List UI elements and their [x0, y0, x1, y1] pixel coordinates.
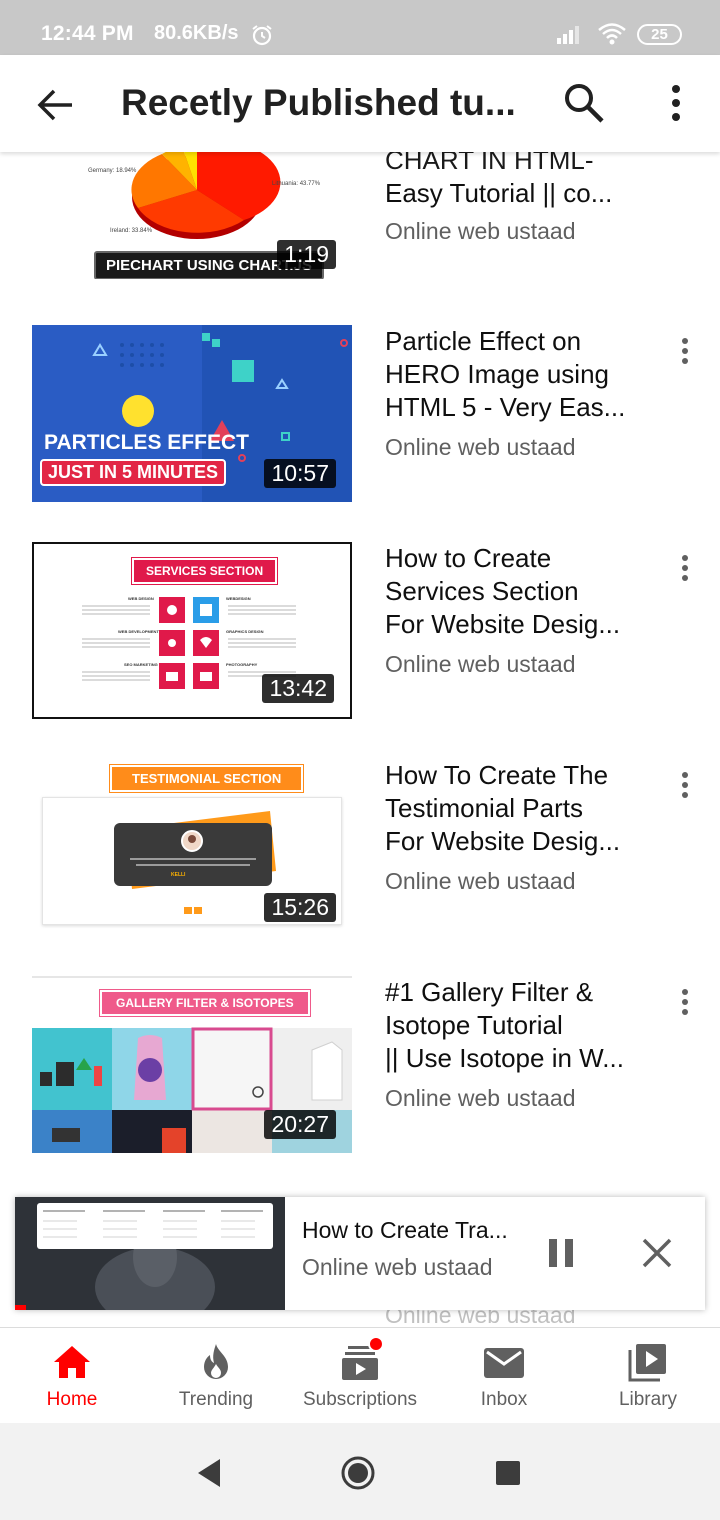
- video-title-line: Services Section: [385, 576, 579, 606]
- video-title-line: How to Create: [385, 543, 552, 573]
- video-thumbnail[interactable]: SERVICES SECTION WEB DESIGN WEBDESIGN WE…: [32, 542, 352, 719]
- video-title-line: Particle Effect on: [385, 326, 582, 356]
- video-title-line: HTML 5 - Very Eas...: [385, 392, 626, 422]
- mini-player-progress[interactable]: [15, 1305, 26, 1310]
- nav-trending[interactable]: Trending: [144, 1328, 288, 1424]
- video-title-line: How To Create The: [385, 760, 609, 790]
- network-speed: 80.6KB/s: [154, 22, 239, 44]
- testimonial-name: KELLI: [171, 872, 186, 878]
- nav-library[interactable]: Library: [576, 1328, 720, 1424]
- service-label: WEBDESIGN: [226, 596, 251, 601]
- home-icon: [54, 1346, 90, 1378]
- video-duration: 1:19: [277, 240, 336, 269]
- system-navigation-bar: [0, 1423, 720, 1520]
- nav-home[interactable]: Home: [0, 1328, 144, 1424]
- more-vert-icon[interactable]: [675, 554, 695, 584]
- mini-player[interactable]: How to Create Tra... Online web ustaad: [15, 1197, 705, 1310]
- video-title[interactable]: How To Create The Testimonial Parts For …: [385, 759, 635, 858]
- close-icon[interactable]: [639, 1235, 675, 1271]
- arrow-back-icon[interactable]: [36, 85, 76, 125]
- video-title-line: Isotope Tutorial: [385, 1010, 563, 1040]
- video-channel[interactable]: Online web ustaad: [385, 868, 635, 895]
- video-item[interactable]: PARTICLES EFFECT JUST IN 5 MINUTES 10:57…: [0, 325, 720, 515]
- notification-dot: [368, 1336, 384, 1352]
- more-vert-icon[interactable]: [675, 988, 695, 1018]
- video-channel[interactable]: Online web ustaad: [385, 651, 635, 678]
- video-duration: 15:26: [264, 893, 336, 922]
- mini-player-title[interactable]: How to Create Tra...: [302, 1217, 522, 1244]
- alarm-icon: [252, 25, 272, 46]
- video-channel[interactable]: Online web ustaad: [385, 1085, 635, 1112]
- video-title-line: Testimonial Parts: [385, 793, 583, 823]
- nav-label: Inbox: [480, 1389, 528, 1410]
- video-title-line: HERO Image using: [385, 359, 609, 389]
- nav-label: Home: [46, 1389, 98, 1410]
- video-thumbnail[interactable]: PARTICLES EFFECT JUST IN 5 MINUTES 10:57: [32, 325, 352, 502]
- video-thumbnail[interactable]: TESTIMONIAL SECTION KELLI 15:26: [32, 759, 352, 936]
- video-title-line: For Website Desig...: [385, 609, 621, 639]
- wifi-icon: [598, 23, 626, 45]
- video-duration: 13:42: [262, 674, 334, 703]
- service-label: GRAPHICS DESIGN: [226, 629, 264, 634]
- nav-subscriptions[interactable]: Subscriptions: [288, 1328, 432, 1424]
- library-icon: [628, 1344, 666, 1382]
- trending-flame-icon: [204, 1344, 228, 1379]
- video-title-line: #1 Gallery Filter &: [385, 977, 594, 1007]
- mini-player-thumbnail[interactable]: [15, 1197, 285, 1310]
- video-channel[interactable]: Online web ustaad: [385, 434, 635, 461]
- battery-icon: 25: [637, 24, 682, 45]
- search-icon[interactable]: [562, 81, 606, 125]
- more-vert-icon[interactable]: [675, 771, 695, 801]
- video-title[interactable]: How to Create Services Section For Websi…: [385, 542, 635, 641]
- thumbnail-badge: JUST IN 5 MINUTES: [40, 459, 227, 486]
- video-title[interactable]: Particle Effect on HERO Image using HTML…: [385, 325, 635, 424]
- more-vert-icon[interactable]: [660, 83, 692, 123]
- legend-ireland: Ireland: 33.84%: [110, 228, 153, 234]
- video-title-line: || Use Isotope in W...: [385, 1043, 624, 1073]
- video-duration: 20:27: [264, 1110, 336, 1139]
- service-label: WEB DEVELOPMENT: [118, 629, 159, 634]
- nav-inbox[interactable]: Inbox: [432, 1328, 576, 1424]
- service-label: PHOTOGRAPHY: [226, 662, 258, 667]
- thumbnail-caption: PARTICLES EFFECT: [44, 431, 249, 454]
- video-title[interactable]: #1 Gallery Filter & Isotope Tutorial || …: [385, 976, 635, 1075]
- pause-icon[interactable]: [545, 1237, 577, 1269]
- service-label: SEO MARKETING: [124, 662, 158, 667]
- home-circle-icon[interactable]: [340, 1455, 376, 1491]
- page-title: Recetly Published tu...: [121, 82, 516, 123]
- nav-label: Subscriptions: [302, 1389, 418, 1410]
- nav-label: Trending: [178, 1389, 254, 1410]
- more-vert-icon[interactable]: [675, 337, 695, 367]
- signal-icon: [557, 26, 579, 44]
- bottom-navigation: Home Trending Subscriptions Inbox Librar: [0, 1327, 720, 1423]
- mini-player-channel: Online web ustaad: [302, 1254, 493, 1280]
- video-title-line: For Website Desig...: [385, 826, 621, 856]
- video-item[interactable]: GALLERY FILTER & ISOTOPES 20:27 #1 Galle…: [0, 976, 720, 1166]
- video-duration: 10:57: [264, 459, 336, 488]
- service-label: WEB DESIGN: [128, 596, 154, 601]
- video-title[interactable]: CHART IN HTML- Easy Tutorial || co...: [385, 144, 635, 210]
- legend-lithuania: Lithuania: 43.77%: [272, 181, 321, 187]
- nav-label: Library: [618, 1389, 678, 1410]
- video-title-line: Easy Tutorial || co...: [385, 178, 613, 208]
- status-bar: 12:44 PM 80.6KB/s 25: [0, 0, 720, 55]
- recents-square-icon[interactable]: [490, 1455, 526, 1491]
- mail-icon: [484, 1348, 524, 1378]
- video-item[interactable]: TESTIMONIAL SECTION KELLI 15:26 How To C…: [0, 759, 720, 949]
- legend-germany: Germany: 18.94%: [88, 168, 137, 174]
- video-thumbnail[interactable]: GALLERY FILTER & ISOTOPES 20:27: [32, 976, 352, 1153]
- back-triangle-icon[interactable]: [192, 1455, 228, 1491]
- video-channel[interactable]: Online web ustaad: [385, 218, 635, 245]
- video-item[interactable]: SERVICES SECTION WEB DESIGN WEBDESIGN WE…: [0, 542, 720, 732]
- app-bar: Recetly Published tu...: [0, 55, 720, 152]
- mini-player-video-frame: [15, 1197, 285, 1310]
- status-time: 12:44 PM: [41, 22, 134, 45]
